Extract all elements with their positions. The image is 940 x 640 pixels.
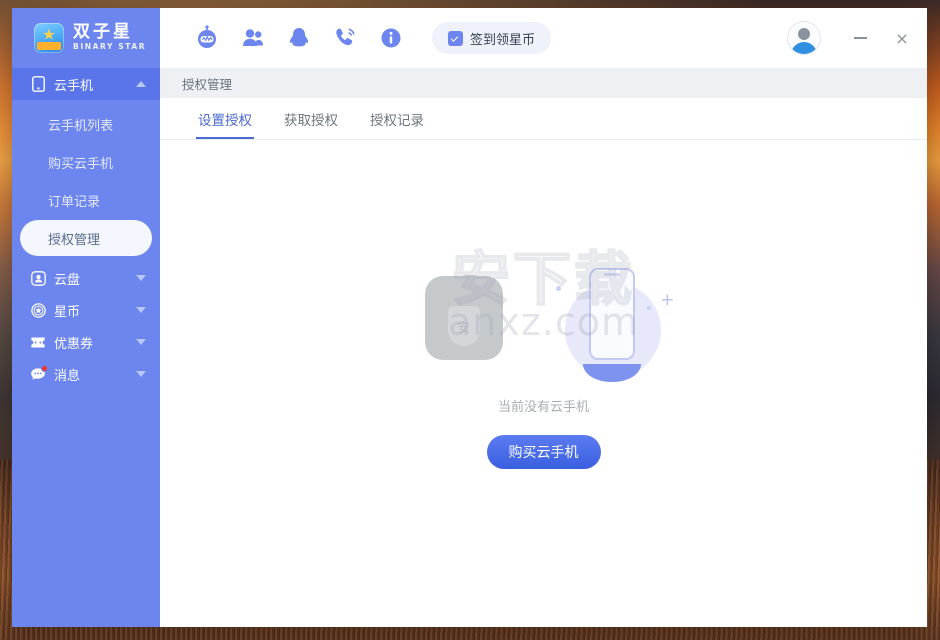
window-body: 云手机 云手机列表 购买云手机 订单记录 授权管理 云盘 星币 优惠券 消息 授… [12,68,927,627]
sidebar-group-cloud-phone[interactable]: 云手机 [12,68,160,100]
application-window: ★ 双子星 BINARY STAR 签到领星币 × 云手机 云手机列表 购买云手… [12,8,927,627]
minimize-icon [853,37,867,39]
sidebar-group-label: 消息 [54,368,81,384]
tab-authorization-records[interactable]: 授权记录 [354,98,440,139]
toolbar: 签到领星币 [160,8,787,68]
sidebar-group-label: 云手机 [54,78,94,94]
close-icon: × [895,28,909,48]
breadcrumb: 授权管理 [160,68,927,98]
chevron-up-icon [136,81,146,87]
phone-support-icon[interactable] [322,15,368,61]
sidebar-group-label: 星币 [54,304,81,320]
info-icon[interactable] [368,15,414,61]
buy-cloud-phone-button[interactable]: 购买云手机 [486,435,601,469]
signin-label: 签到领星币 [470,32,536,48]
people-icon[interactable] [230,15,276,61]
mobile-phone-icon [30,76,46,92]
sidebar-item-buy-cloud-phone[interactable]: 购买云手机 [20,144,152,180]
content-area: 授权管理 设置授权 获取授权 授权记录 + 安 安下载 anxz.com 当前没… [160,68,927,627]
illustration-dot [555,286,561,291]
robot-assistant-icon[interactable] [184,15,230,61]
desktop-background: ★ 双子星 BINARY STAR 签到领星币 × 云手机 云手机列表 购买云手… [0,0,940,640]
chevron-down-icon [136,307,146,313]
cloud-disk-icon [30,270,46,286]
sidebar-group-cloud-disk[interactable]: 云盘 [12,262,160,294]
illustration-shield-icon: 安 [447,306,480,346]
tab-get-authorization[interactable]: 获取授权 [268,98,354,139]
tab-bar: 设置授权 获取授权 授权记录 [160,98,927,140]
illustration-swoosh [582,364,641,382]
sidebar-group-message[interactable]: 消息 [12,358,160,390]
brand-area: ★ 双子星 BINARY STAR [12,8,160,68]
window-controls: × [787,8,927,68]
avatar-head [798,28,810,40]
illustration-bag-icon: 安 [424,275,503,360]
empty-state-illustration: + 安 [419,264,675,384]
avatar-body [791,42,817,54]
illustration-bag-handle [451,275,488,301]
sidebar-group-label: 云盘 [54,272,81,288]
empty-state: + 安 安下载 anxz.com 当前没有云手机 购买云手机 [160,140,927,627]
sidebar-group-star-coin[interactable]: 星币 [12,294,160,326]
sidebar-group-label: 优惠券 [54,336,94,352]
illustration-phone-icon [588,268,635,360]
calendar-check-icon [448,30,463,46]
illustration-dot [646,306,651,310]
brand-name-cn: 双子星 [73,22,133,43]
avatar[interactable] [787,21,821,55]
brand-text: 双子星 BINARY STAR [73,23,146,52]
illustration-plus-icon: + [660,290,675,310]
brand-name-en: BINARY STAR [73,42,147,52]
empty-state-message: 当前没有云手机 [497,400,589,415]
star-coin-icon [30,302,46,318]
chevron-down-icon [136,371,146,377]
message-badge-dot [41,365,48,372]
qq-penguin-icon[interactable] [276,15,322,61]
message-icon [30,365,48,381]
minimize-button[interactable] [839,16,881,60]
chevron-down-icon [136,275,146,281]
sidebar: 云手机 云手机列表 购买云手机 订单记录 授权管理 云盘 星币 优惠券 消息 [12,68,160,627]
coupon-ticket-icon [30,336,46,349]
close-button[interactable]: × [881,16,923,60]
signin-button[interactable]: 签到领星币 [432,22,552,54]
chevron-down-icon [136,339,146,345]
sidebar-item-order-records[interactable]: 订单记录 [20,182,152,218]
sidebar-item-cloud-phone-list[interactable]: 云手机列表 [20,106,152,142]
sidebar-item-authorization-management[interactable]: 授权管理 [20,220,152,256]
app-logo-icon: ★ [34,23,64,53]
star-glyph: ★ [42,25,56,44]
sidebar-subnav-cloud-phone: 云手机列表 购买云手机 订单记录 授权管理 [12,100,160,262]
title-bar: ★ 双子星 BINARY STAR 签到领星币 × [12,8,927,68]
tab-set-authorization[interactable]: 设置授权 [182,98,268,139]
sidebar-group-coupon[interactable]: 优惠券 [12,326,160,358]
